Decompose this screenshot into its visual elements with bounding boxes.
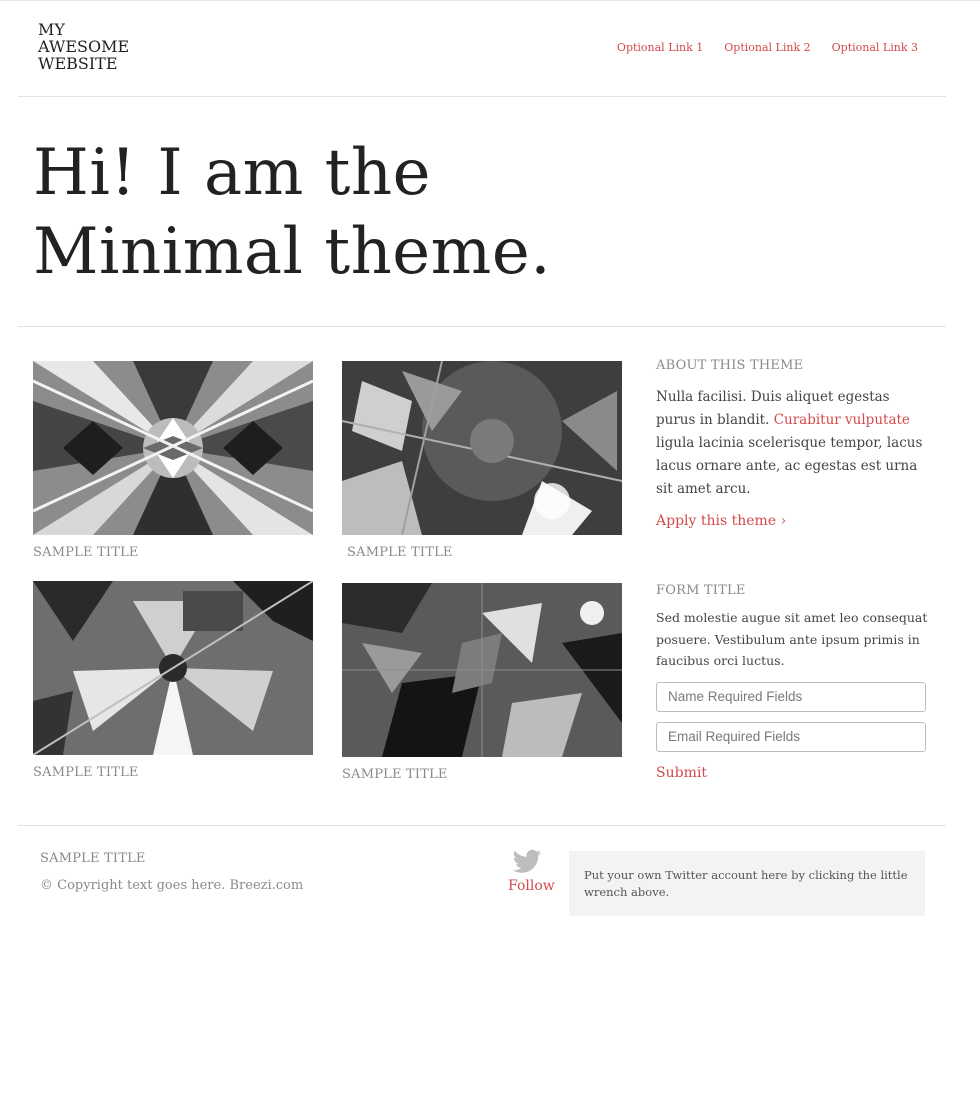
about-section: ABOUT THIS THEME Nulla facilisi. Duis al… <box>656 358 928 529</box>
gallery-caption: SAMPLE TITLE <box>33 765 139 780</box>
footer-divider <box>18 825 946 826</box>
gallery-caption: SAMPLE TITLE <box>342 767 448 782</box>
about-text-part: ligula lacinia scelerisque tempor, lacus… <box>656 435 923 497</box>
footer-title: SAMPLE TITLE <box>40 851 146 866</box>
gallery-tile[interactable]: SAMPLE TITLE <box>33 361 313 560</box>
site-logo[interactable]: MY AWESOME WEBSITE <box>38 21 129 72</box>
gallery-tile[interactable]: SAMPLE TITLE <box>342 583 622 782</box>
twitter-bird-icon[interactable] <box>512 849 542 877</box>
form-description: Sed molestie augue sit amet leo consequa… <box>656 610 928 668</box>
hero-line: Hi! I am the <box>33 136 431 210</box>
follow-link[interactable]: Follow <box>508 878 555 894</box>
main-nav: Optional Link 1 Optional Link 2 Optional… <box>617 41 918 54</box>
top-border <box>0 0 980 1</box>
copyright-text: © Copyright text goes here. Breezi.com <box>40 878 304 893</box>
logo-line: AWESOME <box>38 37 130 56</box>
hero-divider <box>18 326 946 327</box>
gallery-image[interactable] <box>342 583 622 757</box>
logo-line: WEBSITE <box>38 54 118 73</box>
gallery-caption: SAMPLE TITLE <box>347 545 453 560</box>
name-input[interactable] <box>656 681 926 712</box>
apply-theme-link[interactable]: Apply this theme › <box>656 513 786 529</box>
gallery-image[interactable] <box>33 361 313 535</box>
gallery-tile[interactable]: SAMPLE TITLE <box>33 581 313 780</box>
gallery-image[interactable] <box>342 361 622 535</box>
gallery-caption: SAMPLE TITLE <box>33 545 139 560</box>
twitter-feed-box: Put your own Twitter account here by cli… <box>569 851 925 916</box>
header-divider <box>18 96 946 97</box>
about-text: Nulla facilisi. Duis aliquet egestas pur… <box>656 386 928 501</box>
hero-heading: Hi! I am the Minimal theme. <box>33 134 551 292</box>
form-title: FORM TITLE <box>656 583 746 598</box>
nav-link-optional-3[interactable]: Optional Link 3 <box>832 41 918 54</box>
hero-line: Minimal theme. <box>33 215 552 289</box>
contact-form: FORM TITLE Sed molestie augue sit amet l… <box>656 583 928 781</box>
about-link[interactable]: Curabitur vulputate <box>774 412 910 428</box>
gallery-tile[interactable]: SAMPLE TITLE <box>342 361 622 560</box>
gallery-image[interactable] <box>33 581 313 755</box>
submit-button[interactable]: Submit <box>656 765 707 781</box>
about-title: ABOUT THIS THEME <box>656 358 804 373</box>
email-input[interactable] <box>656 721 926 752</box>
nav-link-optional-1[interactable]: Optional Link 1 <box>617 41 703 54</box>
logo-line: MY <box>38 20 65 39</box>
nav-link-optional-2[interactable]: Optional Link 2 <box>724 41 810 54</box>
